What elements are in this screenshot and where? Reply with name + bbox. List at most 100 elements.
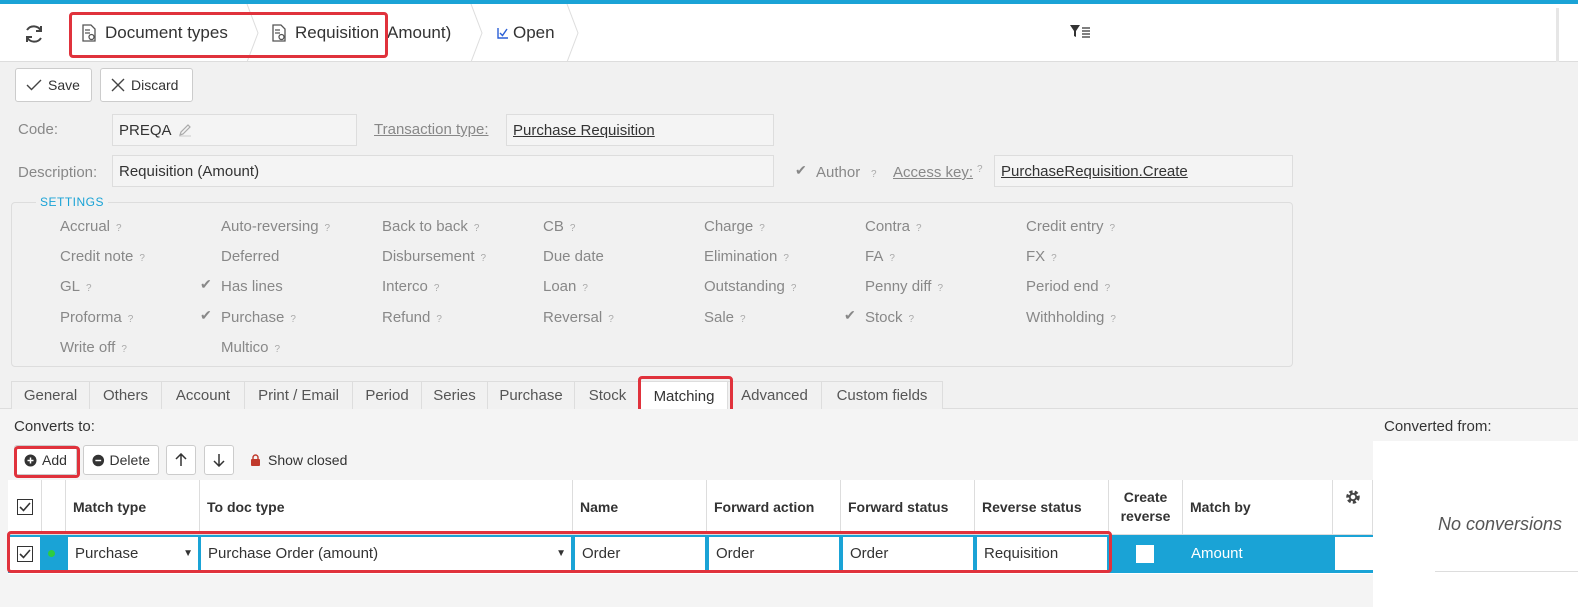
dropdown-arrow-icon[interactable]: ▼ bbox=[556, 548, 566, 559]
help-icon[interactable]: ? bbox=[783, 253, 789, 264]
tab-advanced[interactable]: Advanced bbox=[727, 381, 822, 409]
transaction-type-label[interactable]: Transaction type: bbox=[374, 121, 489, 138]
help-icon[interactable]: ? bbox=[570, 223, 576, 234]
help-icon[interactable]: ? bbox=[481, 253, 487, 264]
setting-write-off[interactable]: Write off? bbox=[60, 339, 127, 356]
help-icon[interactable]: ? bbox=[1110, 314, 1116, 325]
help-icon[interactable]: ? bbox=[128, 314, 134, 325]
forward-status-input[interactable]: Order bbox=[843, 537, 973, 570]
column-settings-gear-icon[interactable] bbox=[1333, 480, 1373, 535]
help-icon[interactable]: ? bbox=[434, 283, 440, 294]
setting-withholding[interactable]: Withholding? bbox=[1026, 309, 1116, 326]
column-header-name[interactable]: Name bbox=[573, 480, 707, 535]
tab-general[interactable]: General bbox=[11, 381, 90, 409]
code-field[interactable]: PREQA bbox=[112, 114, 357, 146]
edit-pencil-icon[interactable] bbox=[178, 123, 192, 137]
row-extra-cell[interactable] bbox=[1335, 537, 1373, 570]
column-header-match-by[interactable]: Match by bbox=[1183, 480, 1333, 535]
setting-sale[interactable]: Sale? bbox=[704, 309, 746, 326]
tab-stock[interactable]: Stock bbox=[574, 381, 641, 409]
tab-series[interactable]: Series bbox=[421, 381, 488, 409]
access-key-help-icon[interactable]: ? bbox=[977, 159, 983, 176]
refresh-icon[interactable] bbox=[20, 20, 48, 48]
author-help-icon[interactable]: ? bbox=[871, 164, 877, 181]
help-icon[interactable]: ? bbox=[325, 223, 331, 234]
setting-credit-entry[interactable]: Credit entry? bbox=[1026, 218, 1115, 235]
help-icon[interactable]: ? bbox=[275, 344, 281, 355]
setting-gl[interactable]: GL? bbox=[60, 278, 92, 295]
tab-print-email[interactable]: Print / Email bbox=[244, 381, 353, 409]
save-button[interactable]: Save bbox=[15, 68, 92, 102]
column-header-match-type[interactable]: Match type bbox=[66, 480, 200, 535]
help-icon[interactable]: ? bbox=[290, 314, 296, 325]
tab-matching[interactable]: Matching bbox=[640, 381, 728, 410]
help-icon[interactable]: ? bbox=[889, 253, 895, 264]
setting-refund[interactable]: Refund? bbox=[382, 309, 442, 326]
setting-elimination[interactable]: Elimination? bbox=[704, 248, 789, 265]
column-header-create-reverse[interactable]: Create reverse bbox=[1109, 480, 1183, 535]
help-icon[interactable]: ? bbox=[759, 223, 765, 234]
setting-outstanding[interactable]: Outstanding? bbox=[704, 278, 796, 295]
show-closed-toggle[interactable]: Show closed bbox=[250, 452, 347, 468]
setting-auto-reversing[interactable]: Auto-reversing? bbox=[221, 218, 330, 235]
help-icon[interactable]: ? bbox=[121, 344, 127, 355]
setting-accrual[interactable]: Accrual? bbox=[60, 218, 122, 235]
setting-penny-diff[interactable]: Penny diff? bbox=[865, 278, 943, 295]
setting-multico[interactable]: Multico? bbox=[221, 339, 280, 356]
breadcrumb-open[interactable]: Open bbox=[497, 4, 555, 62]
discard-button[interactable]: Discard bbox=[100, 68, 193, 102]
dropdown-arrow-icon[interactable]: ▼ bbox=[183, 548, 193, 559]
help-icon[interactable]: ? bbox=[1110, 223, 1116, 234]
help-icon[interactable]: ? bbox=[436, 314, 442, 325]
access-key-label[interactable]: Access key: bbox=[893, 164, 973, 181]
select-all-checkbox[interactable] bbox=[8, 480, 42, 535]
column-header-to-doc-type[interactable]: To doc type bbox=[200, 480, 573, 535]
setting-due-date[interactable]: Due date bbox=[543, 248, 604, 265]
move-down-button[interactable] bbox=[204, 445, 234, 475]
breadcrumb-document-types[interactable]: Document types bbox=[81, 4, 228, 62]
setting-purchase[interactable]: Purchase? bbox=[221, 309, 296, 326]
breadcrumb-requisition[interactable]: Requisition bbox=[271, 4, 379, 62]
forward-action-input[interactable]: Order bbox=[709, 537, 839, 570]
match-by-value[interactable]: Amount bbox=[1191, 545, 1243, 562]
setting-contra[interactable]: Contra? bbox=[865, 218, 922, 235]
column-header-forward-status[interactable]: Forward status bbox=[841, 480, 975, 535]
move-up-button[interactable] bbox=[166, 445, 196, 475]
setting-stock[interactable]: Stock? bbox=[865, 309, 914, 326]
setting-reversal[interactable]: Reversal? bbox=[543, 309, 614, 326]
breadcrumb-amount[interactable]: Amount) bbox=[387, 4, 451, 62]
table-row[interactable]: Purchase ▼ Purchase Order (amount) ▼ Ord… bbox=[8, 535, 1373, 573]
setting-interco[interactable]: Interco? bbox=[382, 278, 439, 295]
setting-deferred[interactable]: Deferred bbox=[221, 248, 279, 265]
setting-loan[interactable]: Loan? bbox=[543, 278, 588, 295]
tab-others[interactable]: Others bbox=[89, 381, 162, 409]
help-icon[interactable]: ? bbox=[1105, 283, 1111, 294]
add-button[interactable]: Add bbox=[14, 445, 77, 475]
setting-disbursement[interactable]: Disbursement? bbox=[382, 248, 486, 265]
description-field[interactable]: Requisition (Amount) bbox=[112, 155, 774, 187]
help-icon[interactable]: ? bbox=[86, 283, 92, 294]
filter-list-icon[interactable] bbox=[1069, 24, 1091, 44]
setting-cb[interactable]: CB? bbox=[543, 218, 575, 235]
access-key-field[interactable]: PurchaseRequisition.Create bbox=[994, 155, 1293, 187]
setting-charge[interactable]: Charge? bbox=[704, 218, 765, 235]
tab-period[interactable]: Period bbox=[352, 381, 422, 409]
match-type-select[interactable]: Purchase ▼ bbox=[68, 537, 198, 570]
help-icon[interactable]: ? bbox=[937, 283, 943, 294]
setting-proforma[interactable]: Proforma? bbox=[60, 309, 133, 326]
help-icon[interactable]: ? bbox=[916, 223, 922, 234]
help-icon[interactable]: ? bbox=[1051, 253, 1057, 264]
header-scrollbar[interactable] bbox=[1556, 8, 1559, 66]
tab-purchase[interactable]: Purchase bbox=[487, 381, 575, 409]
column-header-reverse-status[interactable]: Reverse status bbox=[975, 480, 1109, 535]
author-label[interactable]: Author bbox=[816, 164, 860, 181]
setting-has-lines[interactable]: Has lines bbox=[221, 278, 283, 295]
tab-account[interactable]: Account bbox=[161, 381, 245, 409]
to-doc-type-select[interactable]: Purchase Order (amount) ▼ bbox=[201, 537, 571, 570]
tab-custom-fields[interactable]: Custom fields bbox=[821, 381, 943, 409]
setting-fx[interactable]: FX? bbox=[1026, 248, 1057, 265]
help-icon[interactable]: ? bbox=[139, 253, 145, 264]
help-icon[interactable]: ? bbox=[909, 314, 915, 325]
delete-button[interactable]: Delete bbox=[83, 445, 159, 475]
row-checkbox[interactable] bbox=[10, 537, 40, 570]
